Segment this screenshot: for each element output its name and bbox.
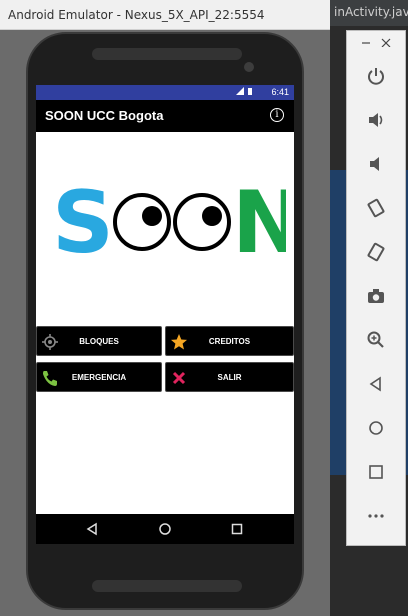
navigation-bar <box>36 514 294 544</box>
camera-icon[interactable] <box>361 281 391 311</box>
emergencia-label: EMERGENCIA <box>71 373 127 382</box>
status-icons <box>236 87 260 98</box>
rotate-left-icon[interactable] <box>361 193 391 223</box>
salir-button[interactable]: SALIR <box>165 362 294 392</box>
power-icon[interactable] <box>361 61 391 91</box>
ide-editor-tab[interactable]: inActivity.java <box>330 0 408 26</box>
bloques-button[interactable]: BLOQUES <box>36 326 162 356</box>
status-bar: 6:41 <box>36 85 294 100</box>
bottom-speaker <box>92 580 242 592</box>
salir-label: SALIR <box>217 373 242 382</box>
app-title: SOON UCC Bogota <box>45 108 164 123</box>
more-icon[interactable] <box>361 501 391 531</box>
overview-icon[interactable] <box>361 457 391 487</box>
ide-tab-label: inActivity.java <box>334 5 408 19</box>
device-screen: 6:41 SOON UCC Bogota i S N BLOQUES CREDI… <box>36 85 294 544</box>
soon-logo: S N <box>52 180 286 260</box>
nav-home-icon[interactable] <box>158 522 172 536</box>
minimize-icon[interactable] <box>361 36 371 50</box>
screen-stage: Android Emulator - Nexus_5X_API_22:5554 … <box>0 0 408 616</box>
home-icon[interactable] <box>361 413 391 443</box>
svg-text:S: S <box>52 180 114 260</box>
creditos-button[interactable]: CREDITOS <box>165 326 294 356</box>
nav-overview-icon[interactable] <box>230 522 244 536</box>
volume-up-icon[interactable] <box>361 105 391 135</box>
bloques-label: BLOQUES <box>79 337 119 346</box>
creditos-label: CREDITOS <box>208 337 251 346</box>
zoom-icon[interactable] <box>361 325 391 355</box>
nav-back-icon[interactable] <box>85 522 99 536</box>
emulator-title-bar: Android Emulator - Nexus_5X_API_22:5554 <box>0 0 330 30</box>
front-camera <box>244 62 254 72</box>
emergencia-button[interactable]: EMERGENCIA <box>36 362 162 392</box>
info-icon[interactable]: i <box>270 108 284 122</box>
app-action-bar: SOON UCC Bogota i <box>36 100 294 132</box>
back-icon[interactable] <box>361 369 391 399</box>
emulator-window-title: Android Emulator - Nexus_5X_API_22:5554 <box>8 8 265 22</box>
close-icon[interactable] <box>381 36 391 50</box>
volume-down-icon[interactable] <box>361 149 391 179</box>
emulator-toolbar <box>346 30 406 546</box>
rotate-right-icon[interactable] <box>361 237 391 267</box>
top-speaker <box>92 48 242 60</box>
status-time: 6:41 <box>271 87 289 97</box>
svg-text:N: N <box>232 180 286 260</box>
